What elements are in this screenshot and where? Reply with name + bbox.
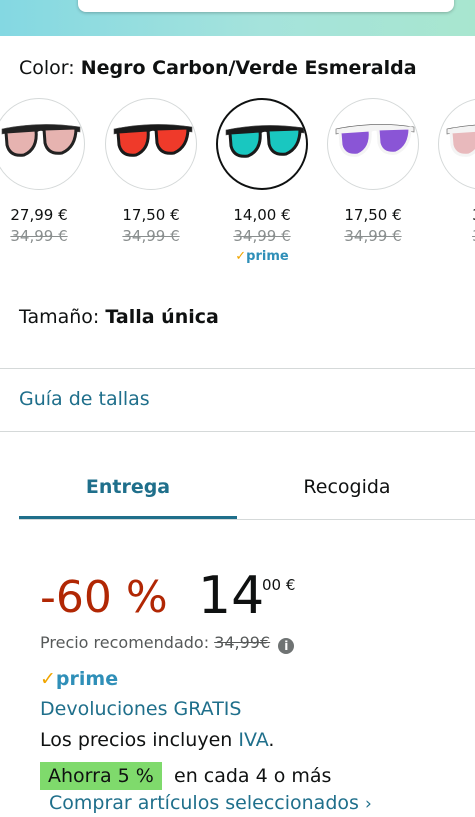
divider — [0, 431, 475, 432]
prime-check-icon: ✓ — [40, 668, 56, 690]
info-icon[interactable]: i — [278, 638, 295, 654]
iva-suffix: . — [268, 729, 275, 751]
buy-selected-items-link[interactable]: Comprar artículos seleccionados › — [49, 792, 372, 814]
savings-text: en cada 4 o más — [174, 765, 332, 787]
swatch-image[interactable] — [0, 98, 85, 190]
swatch-price: 31, — [436, 206, 475, 224]
sunglasses-icon — [113, 124, 193, 157]
color-selection-label: Color: Negro Carbon/Verde Esmeralda — [19, 57, 417, 79]
color-label: Color: — [19, 57, 75, 79]
swatch-old-price: 34,99 € — [10, 227, 68, 245]
iva-link[interactable]: IVA — [238, 729, 268, 751]
size-label: Tamaño: — [19, 306, 100, 328]
tab-pickup[interactable]: Recogida — [237, 476, 457, 498]
swatch-price: 17,50 € — [344, 206, 402, 224]
divider — [0, 368, 475, 369]
swatch-image[interactable] — [327, 98, 419, 190]
sunglasses-icon — [1, 124, 81, 157]
discount-percentage: -60 % — [40, 572, 168, 623]
iva-prefix: Los precios incluyen — [40, 729, 233, 751]
prime-label: prime — [246, 249, 289, 264]
prime-check-icon: ✓ — [235, 249, 247, 264]
sunglasses-icon — [225, 125, 305, 158]
prime-badge: ✓prime — [40, 668, 118, 690]
color-swatch-list: 27,99 € 34,99 € 17,50 € 34,99 € 14,00 € 34,99… — [0, 98, 475, 278]
prime-label: prime — [55, 668, 119, 690]
swatch-image[interactable] — [105, 98, 197, 190]
price-whole: 14 — [198, 566, 265, 626]
swatch-old-price: 34,99 € — [344, 227, 402, 245]
tab-baseline — [19, 519, 475, 520]
swatch-price: 27,99 € — [10, 206, 68, 224]
savings-badge: Ahorra 5 % — [40, 762, 162, 790]
recommended-price: Precio recomendado: 34,99€ i — [40, 633, 295, 654]
swatch-old-price: 34,99 € — [233, 227, 291, 245]
search-box[interactable] — [78, 0, 454, 12]
swatch-prime-badge: ✓prime — [214, 249, 310, 264]
recommended-price-value: 34,99€ — [214, 633, 271, 652]
buy-link-label: Comprar artículos seleccionados — [49, 792, 359, 814]
swatch-price: 14,00 € — [233, 206, 291, 224]
swatch-image[interactable] — [216, 98, 308, 190]
chevron-right-icon: › — [364, 794, 372, 814]
sunglasses-icon — [446, 124, 475, 157]
price-fraction: 00 € — [262, 576, 296, 594]
top-header-bar — [0, 0, 475, 36]
free-returns-link[interactable]: Devoluciones GRATIS — [40, 698, 241, 720]
swatch-old-price: 34, — [436, 227, 475, 245]
recommended-price-label: Precio recomendado: — [40, 633, 210, 652]
swatch-old-price: 34,99 € — [122, 227, 180, 245]
iva-note: Los precios incluyen IVA. — [40, 729, 274, 751]
tab-delivery[interactable]: Entrega — [19, 476, 237, 498]
swatch-price: 17,50 € — [122, 206, 180, 224]
color-value: Negro Carbon/Verde Esmeralda — [80, 57, 417, 79]
size-value: Talla única — [105, 306, 219, 328]
size-selection-label: Tamaño: Talla única — [19, 306, 219, 328]
swatch-image[interactable] — [438, 98, 475, 190]
size-guide-link[interactable]: Guía de tallas — [19, 388, 150, 410]
sunglasses-icon — [335, 124, 415, 157]
